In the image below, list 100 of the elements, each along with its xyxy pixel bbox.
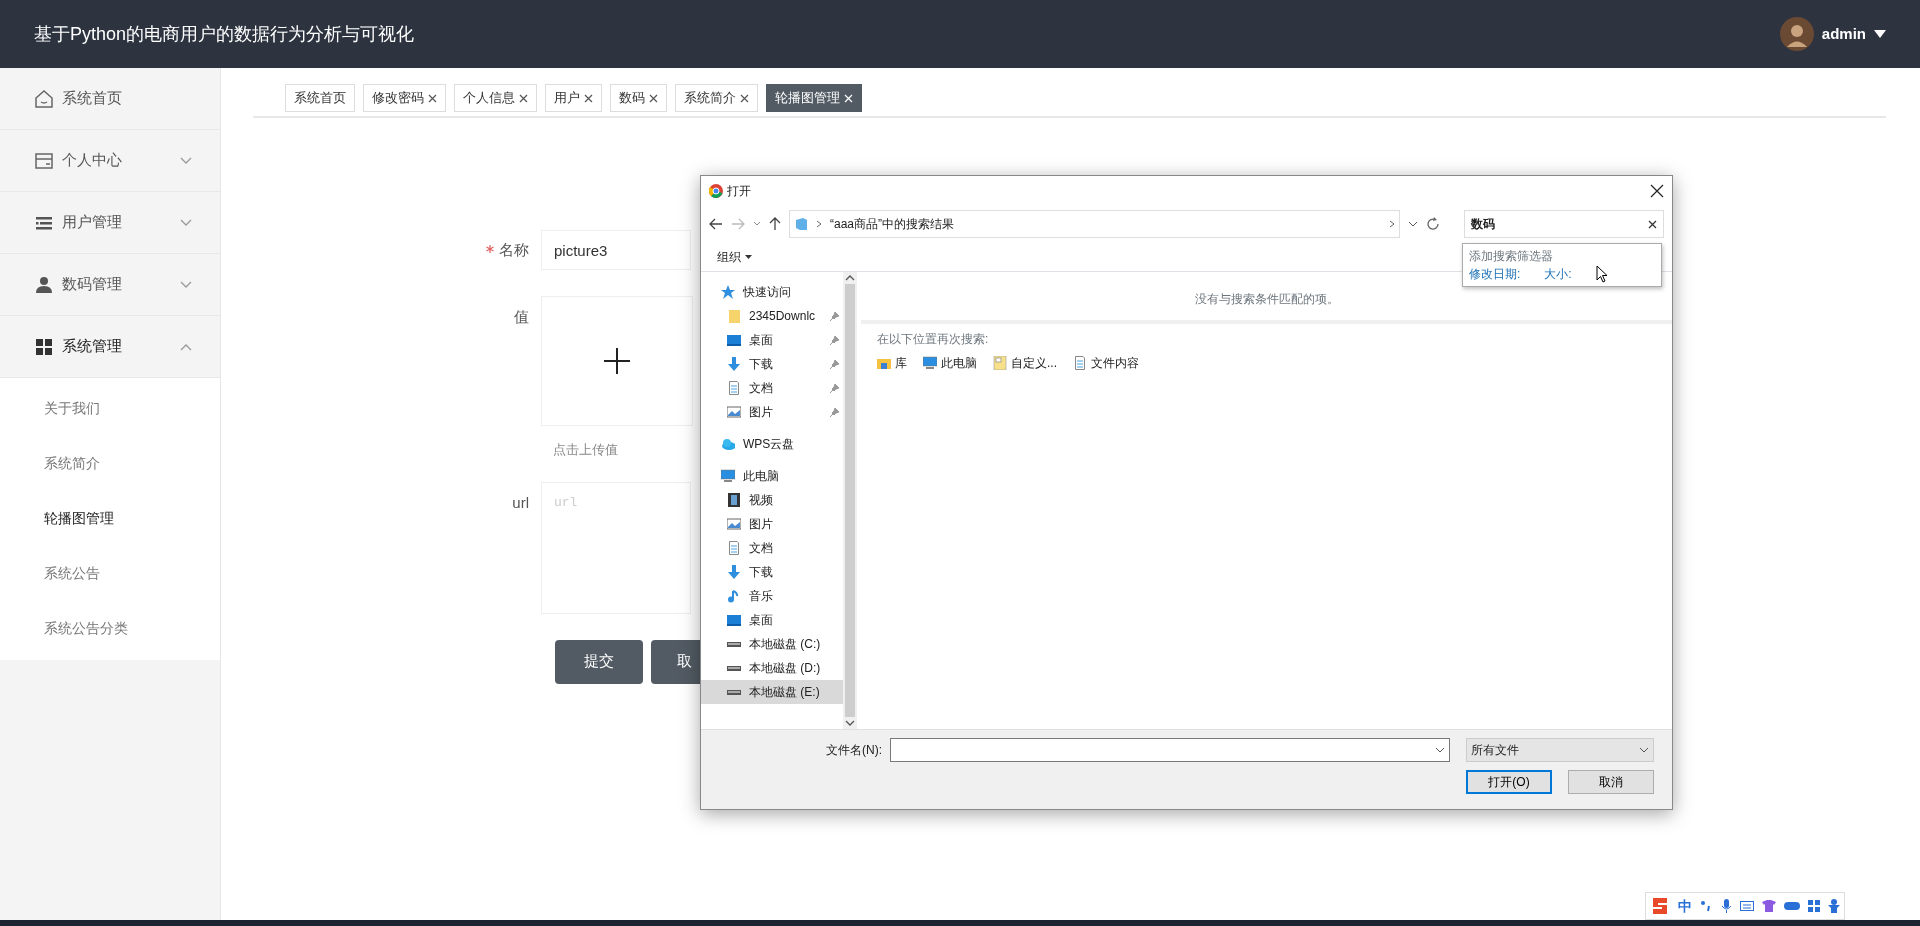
tab[interactable]: 系统简介: [675, 84, 758, 112]
close-icon[interactable]: [649, 93, 658, 103]
caret-icon: [745, 254, 752, 259]
dialog-title: 打开: [727, 183, 752, 200]
location-link[interactable]: 此电脑: [923, 354, 977, 372]
folder-icon: [877, 356, 891, 370]
organize-menu[interactable]: 组织: [717, 247, 752, 266]
folder-icon: [993, 356, 1007, 370]
drive-icon: [727, 689, 741, 695]
sidebar-item[interactable]: 个人中心: [0, 130, 220, 192]
filetype-select[interactable]: 所有文件: [1466, 738, 1654, 762]
punctuation-icon[interactable]: [1700, 900, 1712, 912]
dropdown-icon: [1435, 747, 1445, 753]
location-link[interactable]: 库: [877, 354, 907, 372]
upload-hint: 点击上传值: [553, 441, 618, 459]
user-icon: [34, 274, 54, 295]
sidebar-item[interactable]: 用户管理: [0, 192, 220, 254]
tab[interactable]: 修改密码: [363, 84, 446, 112]
nav-item[interactable]: 文档: [701, 376, 843, 400]
nav-item[interactable]: 本地磁盘 (E:): [701, 680, 843, 704]
breadcrumb-item[interactable]: “aaa商品”中的搜索结果: [830, 215, 954, 233]
plus-icon: [604, 348, 630, 374]
microphone-icon[interactable]: [1720, 899, 1732, 913]
drive-icon: [727, 665, 741, 671]
address-bar[interactable]: “aaa商品”中的搜索结果: [789, 210, 1400, 238]
sidebar-item[interactable]: 数码管理: [0, 254, 220, 316]
cursor-icon: [1595, 265, 1608, 283]
sidebar-item[interactable]: 系统首页: [0, 68, 220, 130]
nav-item[interactable]: 文档: [701, 536, 843, 560]
dropdown-icon[interactable]: [753, 221, 761, 227]
user-menu[interactable]: admin: [1821, 22, 1866, 46]
field-label: 文件名(N):: [826, 742, 882, 759]
chevron-icon: [1389, 220, 1395, 228]
nav-item[interactable]: 快速访问: [701, 280, 843, 304]
section-label: 在以下位置再次搜索:: [876, 331, 990, 348]
close-icon[interactable]: [428, 93, 437, 103]
tab[interactable]: 个人信息: [454, 84, 537, 112]
ime-mode[interactable]: 中: [1678, 895, 1692, 917]
tab[interactable]: 用户: [545, 84, 602, 112]
avatar-icon: [1779, 17, 1814, 51]
field-label: 名称: [499, 241, 529, 258]
close-icon[interactable]: [519, 93, 528, 103]
document-icon: [727, 541, 741, 555]
field-label: 值: [514, 308, 529, 325]
tab[interactable]: 轮播图管理: [766, 84, 862, 112]
nav-item[interactable]: 图片: [701, 400, 843, 424]
home-icon: [34, 88, 54, 109]
browser-icon: [709, 184, 723, 198]
nav-item[interactable]: 此电脑: [701, 464, 843, 488]
nav-item[interactable]: 音乐: [701, 584, 843, 608]
search-field[interactable]: 数码: [1464, 210, 1664, 238]
nav-item[interactable]: 下载: [701, 560, 843, 584]
nav-item[interactable]: 视频: [701, 488, 843, 512]
computer-icon: [721, 469, 735, 483]
star-icon: [721, 285, 735, 299]
filter-link[interactable]: 修改日期:: [1469, 265, 1521, 283]
down-arrow-icon: [727, 357, 741, 371]
location-link[interactable]: 文件内容: [1073, 354, 1139, 372]
down-arrow-icon: [727, 565, 741, 579]
nav-item[interactable]: 桌面: [701, 608, 843, 632]
shirt-icon[interactable]: [1762, 900, 1776, 912]
name-field[interactable]: picture3: [541, 230, 691, 270]
cloud-icon: [721, 437, 735, 451]
nav-item[interactable]: WPS云盘: [701, 432, 843, 456]
film-icon: [727, 493, 741, 507]
location-link[interactable]: 自定义...: [993, 354, 1057, 372]
monitor-icon: [727, 613, 741, 627]
submit-button[interactable]: 提交: [555, 639, 643, 684]
close-icon[interactable]: [584, 93, 593, 103]
close-icon[interactable]: [740, 93, 749, 103]
caret-icon[interactable]: [1874, 30, 1886, 38]
computer-icon: [923, 356, 937, 370]
filename-field[interactable]: [890, 738, 1450, 762]
grid-icon[interactable]: [1808, 900, 1820, 912]
nav-item[interactable]: 图片: [701, 512, 843, 536]
refresh-icon[interactable]: [1426, 217, 1440, 231]
clear-icon[interactable]: [1648, 219, 1657, 229]
dropdown-icon: [1639, 747, 1649, 753]
tab[interactable]: 数码: [610, 84, 667, 112]
field-label: url: [512, 493, 529, 511]
keyboard-icon[interactable]: [1740, 900, 1754, 912]
gamepad-icon[interactable]: [1784, 901, 1800, 911]
nav-item[interactable]: 下载: [701, 352, 843, 376]
nav-item[interactable]: 桌面: [701, 328, 843, 352]
dropdown-icon[interactable]: [1408, 221, 1418, 227]
cancel-button[interactable]: 取消: [1568, 770, 1654, 794]
filter-link[interactable]: 大小:: [1544, 265, 1572, 283]
close-icon[interactable]: [1650, 184, 1664, 198]
back-icon[interactable]: [709, 218, 723, 230]
nav-item[interactable]: 2345Downlc: [701, 304, 843, 328]
person-icon[interactable]: [1828, 899, 1840, 913]
card-icon: [34, 150, 54, 171]
grid-icon: [34, 336, 54, 357]
suggestion-heading: 添加搜索筛选器: [1469, 248, 1554, 265]
drive-icon: [727, 641, 741, 647]
open-button[interactable]: 打开(O): [1466, 770, 1552, 794]
music-note-icon: [727, 589, 741, 603]
up-icon[interactable]: [769, 217, 781, 231]
scrollbar[interactable]: [843, 272, 857, 729]
tab[interactable]: 系统首页: [285, 84, 355, 112]
